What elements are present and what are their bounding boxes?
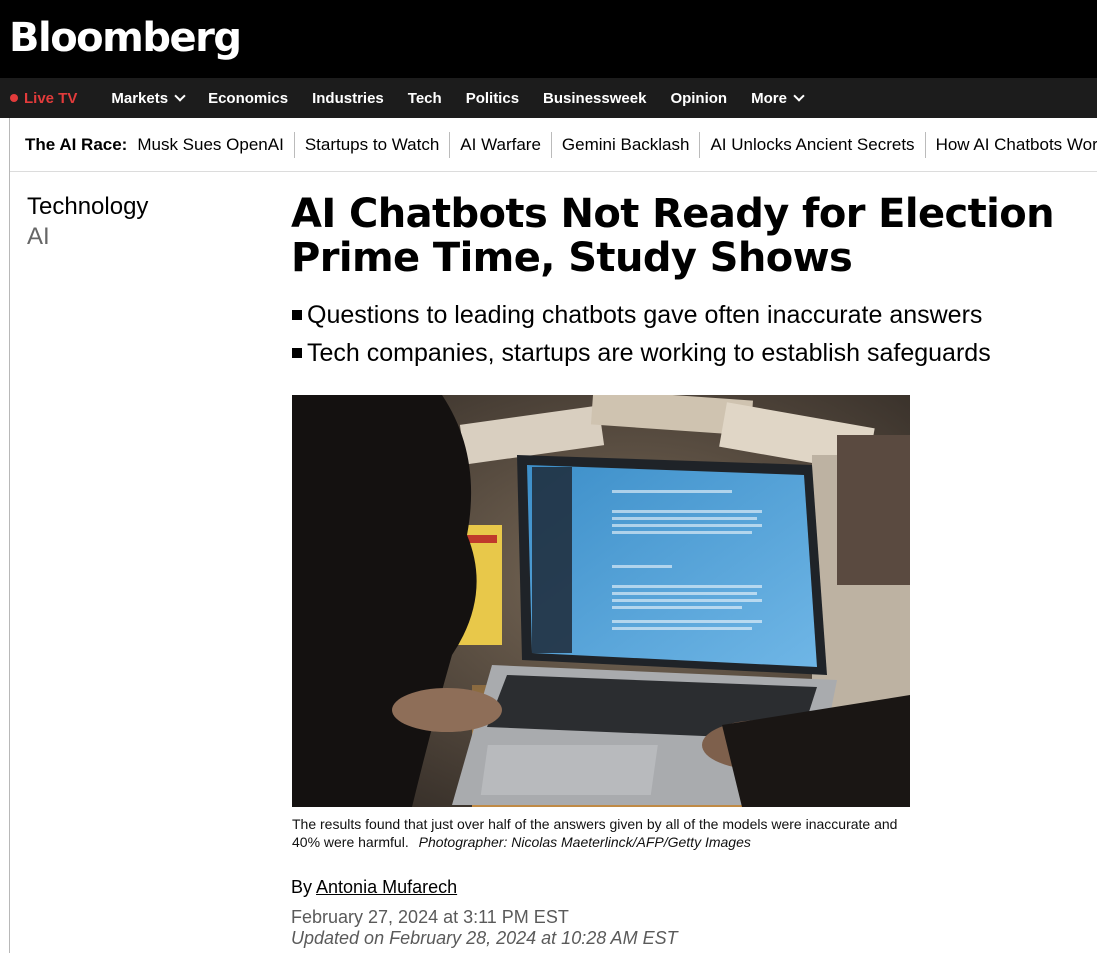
photo-caption: The results found that just over half of… [292,815,912,851]
section-label[interactable]: Technology [27,192,148,222]
subnav-link[interactable]: How AI Chatbots Work [924,131,1097,158]
nav-markets[interactable]: Markets [111,89,186,107]
subnav-link[interactable]: AI Unlocks Ancient Secrets [699,131,924,158]
article-summary: Questions to leading chatbots gave often… [292,296,1082,372]
subnav-link[interactable]: AI Warfare [449,131,551,158]
summary-text: Questions to leading chatbots gave often… [307,301,983,329]
publish-date: February 27, 2024 at 3:11 PM EST [291,907,569,927]
subnav-title: The AI Race: [25,134,128,154]
byline: By Antonia Mufarech [291,876,457,898]
chevron-down-icon [174,89,186,102]
nav-live-tv[interactable]: Live TV [10,90,77,107]
summary-bullet: Questions to leading chatbots gave often… [292,296,1082,334]
subnav-link[interactable]: Startups to Watch [293,131,449,158]
subnav-link[interactable]: Gemini Backlash [550,131,700,158]
subnav-link[interactable]: Musk Sues OpenAI [137,132,293,158]
laptop-photo-illustration [292,395,910,807]
article-photo[interactable] [292,395,910,807]
nav-economics[interactable]: Economics [208,90,288,107]
bloomberg-logo[interactable]: Bloomberg [9,10,242,66]
page-border [9,118,10,953]
nav-live-label: Live TV [24,89,78,107]
top-header: Bloomberg [0,0,1097,78]
author-link[interactable]: Antonia Mufarech [316,877,457,897]
main-nav: Live TV Markets Economics Industries Tec… [0,78,1097,118]
topic-subnav: The AI Race: Musk Sues OpenAI Startups t… [10,118,1097,172]
live-dot-icon [10,94,18,102]
byline-prefix: By [291,877,313,897]
nav-tech[interactable]: Tech [408,90,442,107]
nav-more[interactable]: More [751,89,805,107]
article-headline: AI Chatbots Not Ready for Election Prime… [291,191,1055,281]
summary-text: Tech companies, startups are working to … [307,339,991,367]
nav-industries[interactable]: Industries [312,90,384,107]
chevron-down-icon [793,89,805,102]
nav-label: More [751,89,787,107]
nav-businessweek[interactable]: Businessweek [543,90,646,107]
nav-politics[interactable]: Politics [466,90,519,107]
summary-bullet: Tech companies, startups are working to … [292,334,1082,372]
section-sublabel[interactable]: AI [27,222,50,252]
nav-opinion[interactable]: Opinion [670,90,727,107]
photo-credit: Photographer: Nicolas Maeterlinck/AFP/Ge… [418,834,751,850]
updated-date: Updated on February 28, 2024 at 10:28 AM… [291,928,678,948]
nav-label: Markets [111,89,169,107]
bullet-square-icon [292,310,302,320]
bullet-square-icon [292,348,302,358]
